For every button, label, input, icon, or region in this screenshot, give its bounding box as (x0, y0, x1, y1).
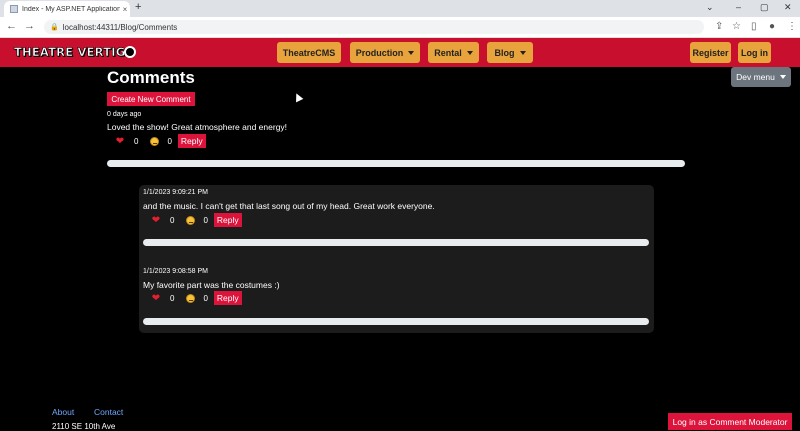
mouse-cursor (292, 91, 304, 103)
caret-down-icon (466, 50, 473, 55)
caret-down-icon (408, 50, 415, 55)
address-bar-row: ← → 🔒 localhost:44311/Blog/Comments ⇪ ☆ … (0, 17, 800, 38)
browser-tab[interactable]: Index - My ASP.NET Application × (4, 1, 130, 17)
nav-label: Blog (494, 47, 515, 58)
new-tab-icon[interactable]: + (135, 1, 141, 13)
chevron-down-icon[interactable]: ⌄ (706, 2, 714, 13)
footer-contact-link[interactable]: Contact (94, 407, 123, 417)
dev-menu-button[interactable]: Dev menu (731, 67, 791, 87)
reply-input-bar[interactable] (143, 239, 649, 246)
heart-icon[interactable]: ❤ (114, 136, 126, 147)
url-field[interactable]: 🔒 localhost:44311/Blog/Comments (44, 20, 704, 34)
dislike-count: 0 (167, 136, 172, 146)
close-tab-icon[interactable]: × (120, 5, 130, 14)
browser-tabstrip: Index - My ASP.NET Application × + ⌄ – ▢… (0, 0, 800, 17)
caret-down-icon (519, 50, 526, 55)
nav-theatrecms[interactable]: TheatreCMS (277, 42, 341, 63)
nav-production[interactable]: Production (350, 42, 420, 63)
comment-reactions: ❤ 0 0 Reply (114, 134, 206, 148)
heart-icon[interactable]: ❤ (150, 293, 162, 304)
share-icon[interactable]: ⇪ (715, 21, 723, 32)
logo-ring (124, 46, 137, 58)
footer-about-link[interactable]: About (52, 407, 74, 417)
theatre-vertigo-logo[interactable]: THEATRE VERTIG (14, 43, 137, 61)
sad-emoji-icon[interactable] (186, 293, 196, 303)
reply-button[interactable]: Reply (213, 291, 242, 305)
side-panel-icon[interactable]: ▯ (751, 21, 757, 32)
reply-button[interactable]: Reply (213, 213, 242, 227)
site-navbar: THEATRE VERTIG TheatreCMS Production Ren… (0, 38, 800, 67)
comment-text: Loved the show! Great atmosphere and ene… (107, 122, 288, 132)
page-title: Comments (107, 68, 195, 87)
sad-emoji-icon[interactable] (150, 136, 160, 146)
maximize-icon[interactable]: ▢ (760, 2, 769, 13)
dislike-count: 0 (203, 293, 208, 303)
menu-icon[interactable]: ⋮ (787, 21, 797, 32)
page-icon (10, 5, 18, 13)
sad-emoji-icon[interactable] (186, 215, 196, 225)
reply-button[interactable]: Reply (177, 134, 206, 148)
dev-menu-label: Dev menu (736, 72, 775, 82)
bookmark-star-icon[interactable]: ☆ (732, 21, 741, 32)
login-label: Log in (741, 47, 768, 58)
profile-icon[interactable]: ● (769, 21, 775, 32)
dislike-count: 0 (203, 215, 208, 225)
tab-title: Index - My ASP.NET Application (22, 5, 120, 13)
reply-input-bar[interactable] (107, 160, 685, 167)
lock-icon: 🔒 (50, 24, 59, 31)
nav-rental[interactable]: Rental (428, 42, 479, 63)
like-count: 0 (134, 136, 139, 146)
minimize-icon[interactable]: – (736, 2, 741, 12)
nav-label: TheatreCMS (282, 47, 336, 58)
logo-text: THEATRE VERTIG (14, 45, 126, 60)
reply-reactions: ❤ 0 0 Reply (150, 213, 242, 227)
reply-timestamp: 1/1/2023 9:09:21 PM (143, 189, 208, 196)
reply-input-bar[interactable] (143, 318, 649, 325)
register-button[interactable]: Register (690, 42, 731, 63)
create-comment-button[interactable]: Create New Comment (107, 92, 195, 106)
reply-text: My favorite part was the costumes :) (143, 280, 280, 290)
like-count: 0 (170, 293, 175, 303)
register-label: Register (692, 47, 729, 58)
back-icon[interactable]: ← (6, 20, 17, 32)
reply-timestamp: 1/1/2023 9:08:58 PM (143, 268, 208, 275)
nav-label: Rental (434, 47, 462, 58)
caret-down-icon (779, 75, 786, 79)
close-window-icon[interactable]: ✕ (784, 2, 792, 13)
url-text: localhost:44311/Blog/Comments (62, 22, 178, 32)
comment-timestamp: 0 days ago (107, 111, 142, 118)
like-count: 0 (170, 215, 175, 225)
nav-label: Production (355, 47, 404, 58)
login-button[interactable]: Log in (738, 42, 771, 63)
heart-icon[interactable]: ❤ (150, 215, 162, 226)
reply-text: and the music. I can't get that last son… (143, 201, 435, 211)
nav-blog[interactable]: Blog (487, 42, 533, 63)
reply-reactions: ❤ 0 0 Reply (150, 291, 242, 305)
comment-moderator-login-button[interactable]: Log in as Comment Moderator (668, 413, 792, 430)
forward-icon[interactable]: → (24, 20, 35, 32)
